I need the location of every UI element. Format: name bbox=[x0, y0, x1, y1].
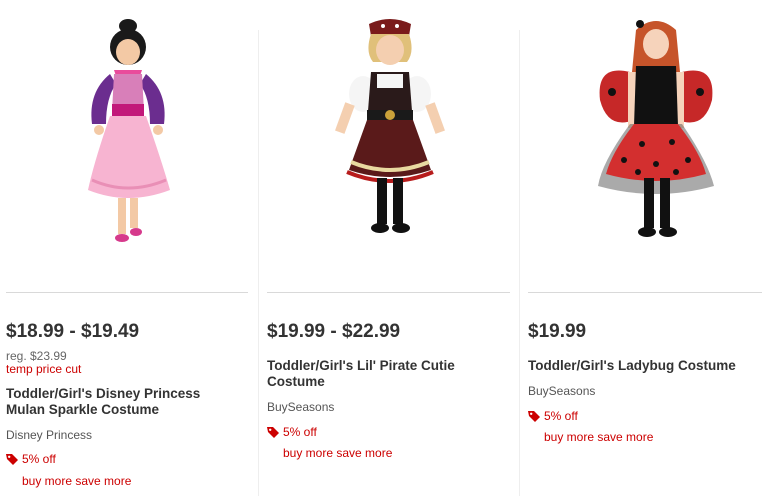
price: $19.99 bbox=[528, 321, 587, 342]
product-image-link[interactable] bbox=[520, 0, 763, 286]
price: $18.99 - $19.49 bbox=[6, 321, 140, 342]
card-divider bbox=[6, 292, 248, 293]
product-title-link[interactable]: Toddler/Girl's Ladybug Costume bbox=[528, 358, 758, 374]
product-image-link[interactable] bbox=[0, 0, 258, 286]
promo-badge: 5% off bbox=[528, 409, 578, 423]
brand-name: BuySeasons bbox=[528, 384, 596, 398]
ladybug-costume-image bbox=[598, 20, 714, 237]
card-divider bbox=[267, 292, 510, 293]
product-card: $19.99 Toddler/Girl's Ladybug Costume Bu… bbox=[520, 0, 763, 496]
promo-text: 5% off bbox=[22, 452, 56, 466]
promo-text: 5% off bbox=[283, 425, 317, 439]
brand-name: Disney Princess bbox=[6, 428, 93, 442]
buy-more-save-more-link[interactable]: buy more save more bbox=[283, 446, 392, 460]
promo-text: 5% off bbox=[544, 409, 578, 423]
promo-badge: 5% off bbox=[6, 452, 56, 466]
buy-more-save-more-link[interactable]: buy more save more bbox=[544, 430, 653, 444]
product-card: $19.99 - $22.99 Toddler/Girl's Lil' Pira… bbox=[259, 0, 519, 496]
pirate-costume-image bbox=[335, 19, 445, 233]
product-title-link[interactable]: Toddler/Girl's Lil' Pirate Cutie Costume bbox=[267, 358, 497, 390]
price-note: temp price cut bbox=[6, 362, 82, 376]
product-image-link[interactable] bbox=[259, 0, 519, 286]
brand-name: BuySeasons bbox=[267, 400, 335, 414]
product-card: $18.99 - $19.49 reg. $23.99 temp price c… bbox=[0, 0, 258, 496]
mulan-costume-image bbox=[88, 19, 170, 242]
card-divider bbox=[528, 292, 762, 293]
product-title-link[interactable]: Toddler/Girl's Disney Princess Mulan Spa… bbox=[6, 386, 236, 418]
regular-price: reg. $23.99 bbox=[6, 349, 67, 363]
price-tag-icon bbox=[267, 427, 279, 438]
price: $19.99 - $22.99 bbox=[267, 321, 401, 342]
product-grid: $18.99 - $19.49 reg. $23.99 temp price c… bbox=[0, 0, 763, 496]
price-tag-icon bbox=[6, 454, 18, 465]
promo-badge: 5% off bbox=[267, 425, 317, 439]
buy-more-save-more-link[interactable]: buy more save more bbox=[22, 474, 131, 488]
price-tag-icon bbox=[528, 411, 540, 422]
